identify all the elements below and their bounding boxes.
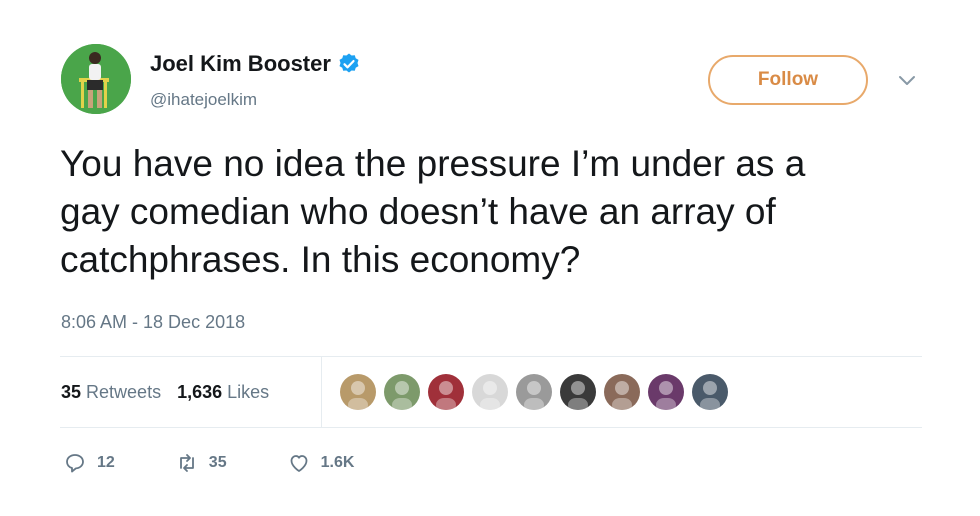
heart-icon bbox=[290, 455, 307, 472]
retweets-stat[interactable]: 35 Retweets bbox=[61, 382, 161, 403]
author-avatar[interactable] bbox=[61, 44, 131, 114]
tweet-line: catchphrases. In this economy? bbox=[60, 239, 581, 280]
tweet-text: You have no idea the pressure I’m under … bbox=[60, 140, 950, 284]
verified-badge-icon bbox=[339, 53, 359, 73]
tweet-actions: 12 35 1.6K bbox=[63, 451, 414, 475]
tweet-timestamp[interactable]: 8:06 AM - 18 Dec 2018 bbox=[61, 312, 245, 333]
author-handle[interactable]: @ihatejoelkim bbox=[150, 90, 257, 110]
chevron-down-icon[interactable] bbox=[897, 72, 917, 88]
engagement-stats: 35 Retweets 1,636 Likes bbox=[61, 382, 269, 403]
like-button[interactable]: 1.6K bbox=[287, 451, 355, 475]
liker-avatar[interactable] bbox=[648, 374, 684, 410]
retweet-count: 35 bbox=[208, 454, 227, 471]
liker-avatar[interactable] bbox=[560, 374, 596, 410]
reply-button[interactable]: 12 bbox=[63, 451, 115, 475]
likes-count: 1,636 bbox=[177, 382, 223, 402]
tweet-line: gay comedian who doesn’t have an array o… bbox=[60, 191, 776, 232]
liker-avatar[interactable] bbox=[604, 374, 640, 410]
retweet-icon bbox=[179, 454, 194, 472]
retweets-count: 35 bbox=[61, 382, 82, 402]
tweet-line: You have no idea the pressure I’m under … bbox=[60, 143, 806, 184]
liker-avatar[interactable] bbox=[472, 374, 508, 410]
liker-avatar[interactable] bbox=[516, 374, 552, 410]
liker-avatar[interactable] bbox=[428, 374, 464, 410]
reply-count: 12 bbox=[97, 454, 115, 471]
author-name-row[interactable]: Joel Kim Booster bbox=[150, 51, 361, 77]
divider bbox=[60, 427, 922, 428]
reply-icon bbox=[66, 454, 84, 473]
liker-avatar[interactable] bbox=[340, 374, 376, 410]
divider bbox=[60, 356, 922, 357]
retweet-button[interactable]: 35 bbox=[175, 451, 227, 475]
author-name[interactable]: Joel Kim Booster bbox=[150, 51, 331, 77]
stats-separator bbox=[321, 357, 322, 427]
likes-stat[interactable]: 1,636 Likes bbox=[177, 382, 269, 403]
liker-avatar[interactable] bbox=[692, 374, 728, 410]
follow-button[interactable]: Follow bbox=[708, 55, 868, 105]
liker-avatars bbox=[340, 374, 736, 410]
like-count: 1.6K bbox=[320, 454, 355, 471]
likes-label: Likes bbox=[227, 382, 270, 402]
retweets-label: Retweets bbox=[86, 382, 162, 402]
liker-avatar[interactable] bbox=[384, 374, 420, 410]
